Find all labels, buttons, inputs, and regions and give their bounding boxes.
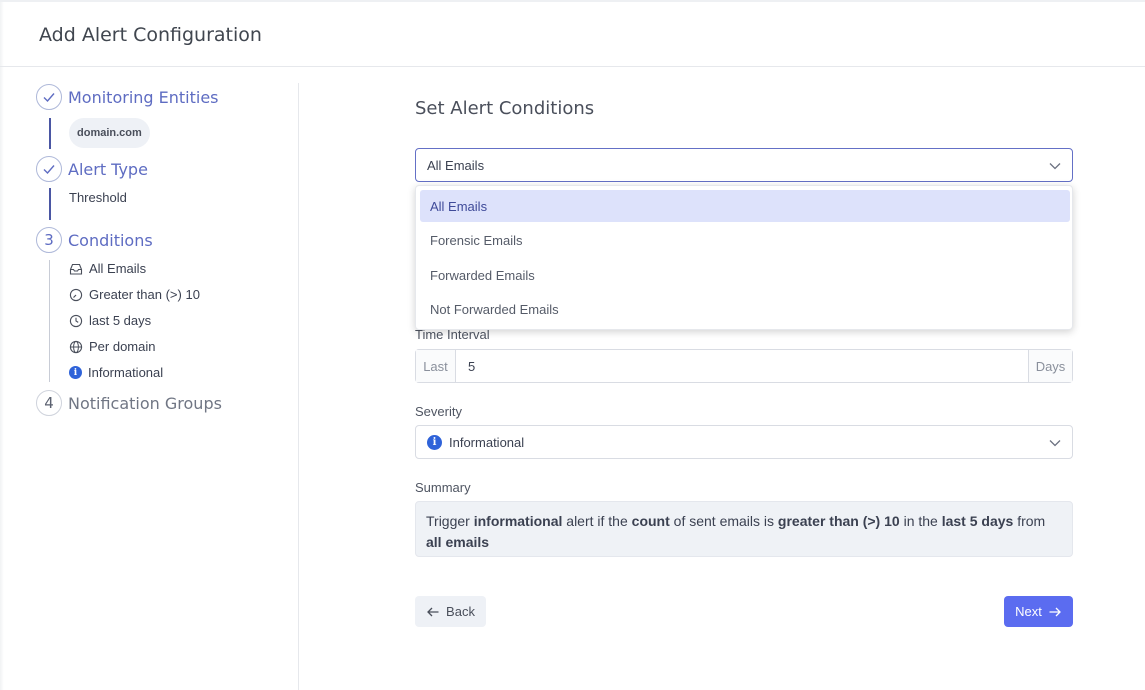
summary-box: Trigger informational alert if the count… bbox=[415, 501, 1073, 557]
time-interval-input[interactable] bbox=[456, 350, 1028, 382]
summary-metric: count bbox=[631, 513, 670, 529]
arrow-left-icon bbox=[427, 607, 439, 616]
step-2-connector bbox=[49, 188, 51, 220]
condition-severity-text: Informational bbox=[88, 365, 164, 380]
condition-threshold: Greater than (>) 10 bbox=[69, 287, 200, 302]
step-1-label[interactable]: Monitoring Entities bbox=[68, 88, 219, 107]
next-button[interactable]: Next bbox=[1004, 596, 1073, 627]
next-button-label: Next bbox=[1015, 604, 1042, 619]
option-forwarded-emails[interactable]: Forwarded Emails bbox=[420, 259, 1070, 291]
entity-chip: domain.com bbox=[69, 118, 150, 148]
inbox-icon bbox=[69, 263, 83, 275]
condition-email-type: All Emails bbox=[69, 261, 146, 276]
condition-severity: i Informational bbox=[69, 365, 163, 380]
back-button[interactable]: Back bbox=[415, 596, 486, 627]
chevron-down-icon bbox=[1049, 163, 1061, 170]
step-3-number: 3 bbox=[36, 227, 62, 253]
condition-email-type-text: All Emails bbox=[89, 261, 147, 276]
summary-text: from bbox=[1013, 513, 1046, 529]
sidebar-divider bbox=[298, 83, 299, 690]
section-title: Set Alert Conditions bbox=[415, 98, 595, 119]
summary-interval: last 5 days bbox=[941, 513, 1014, 529]
summary-text: alert if the bbox=[562, 513, 632, 529]
interval-suffix: Days bbox=[1028, 350, 1072, 382]
condition-threshold-text: Greater than (>) 10 bbox=[89, 287, 200, 302]
arrow-right-icon bbox=[1049, 607, 1061, 616]
page-title: Add Alert Configuration bbox=[39, 24, 262, 46]
severity-select[interactable]: i Informational bbox=[415, 425, 1073, 459]
email-type-select[interactable]: All Emails bbox=[415, 148, 1073, 182]
step-2-check-icon bbox=[36, 156, 62, 182]
step-1-connector bbox=[49, 118, 51, 149]
step-4-label[interactable]: Notification Groups bbox=[68, 394, 222, 413]
step-1-check-icon bbox=[36, 84, 62, 110]
clock-icon bbox=[69, 314, 83, 327]
alert-type-value: Threshold bbox=[69, 190, 127, 205]
condition-interval: last 5 days bbox=[69, 313, 151, 328]
summary-email-type: all emails bbox=[426, 534, 490, 550]
globe-icon bbox=[69, 340, 83, 353]
severity-select-value: Informational bbox=[449, 434, 525, 450]
condition-grouping: Per domain bbox=[69, 339, 155, 354]
step-3-connector bbox=[49, 260, 50, 382]
info-icon: i bbox=[427, 434, 442, 450]
severity-label: Severity bbox=[415, 404, 462, 419]
chevron-down-icon bbox=[1049, 440, 1061, 447]
condition-grouping-text: Per domain bbox=[89, 339, 156, 354]
back-button-label: Back bbox=[446, 604, 475, 619]
summary-text: in the bbox=[899, 513, 942, 529]
condition-interval-text: last 5 days bbox=[89, 313, 152, 328]
summary-severity: informational bbox=[473, 513, 563, 529]
option-all-emails[interactable]: All Emails bbox=[420, 190, 1070, 222]
step-2-label[interactable]: Alert Type bbox=[68, 160, 148, 179]
step-4-number: 4 bbox=[36, 390, 62, 416]
summary-text: of sent emails is bbox=[669, 513, 778, 529]
email-type-select-value: All Emails bbox=[427, 157, 485, 173]
step-3-label[interactable]: Conditions bbox=[68, 231, 153, 250]
header-divider bbox=[0, 66, 1145, 67]
alert-config-panel: Add Alert Configuration Monitoring Entit… bbox=[0, 0, 1145, 690]
summary-threshold: greater than (>) 10 bbox=[777, 513, 900, 529]
gauge-icon bbox=[69, 288, 83, 301]
option-forensic-emails[interactable]: Forensic Emails bbox=[420, 224, 1070, 256]
summary-text: Trigger bbox=[426, 513, 474, 529]
time-interval-group: Last Days bbox=[415, 349, 1073, 383]
info-icon: i bbox=[69, 366, 82, 379]
panel-shadow bbox=[0, 2, 4, 690]
summary-label: Summary bbox=[415, 480, 471, 495]
email-type-dropdown: All Emails Forensic Emails Forwarded Ema… bbox=[415, 185, 1073, 330]
interval-prefix: Last bbox=[416, 350, 456, 382]
option-not-forwarded-emails[interactable]: Not Forwarded Emails bbox=[420, 293, 1070, 325]
